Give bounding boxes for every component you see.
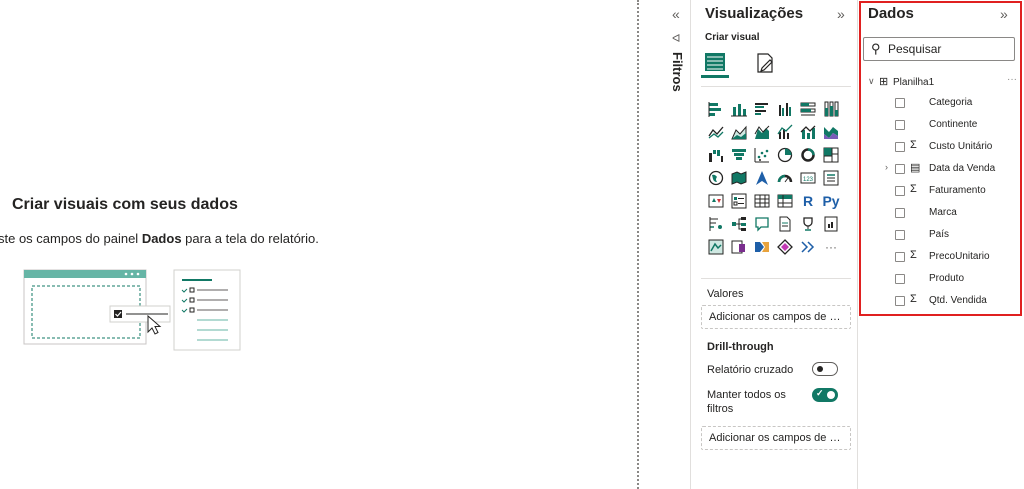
- keep-filters-label: Manter todos os filtros: [707, 389, 786, 415]
- stacked-column-chart-icon[interactable]: [728, 97, 750, 120]
- filters-label[interactable]: Filtros: [670, 52, 685, 92]
- stacked-area-chart-icon[interactable]: [751, 120, 773, 143]
- decomposition-tree-icon[interactable]: [728, 212, 750, 235]
- filled-map-icon[interactable]: [728, 166, 750, 189]
- clustered-column-chart-icon[interactable]: [774, 97, 796, 120]
- area-chart-icon[interactable]: [728, 120, 750, 143]
- cross-report-toggle[interactable]: [812, 362, 838, 376]
- kpi-icon[interactable]: [705, 189, 727, 212]
- 100-stacked-bar-chart-icon[interactable]: [797, 97, 819, 120]
- drill-through-title: Drill-through: [707, 341, 774, 353]
- smart-narrative-icon[interactable]: [774, 212, 796, 235]
- custom-visual-icon[interactable]: [774, 235, 796, 258]
- funnel-icon: ᐊ: [672, 33, 681, 45]
- format-visual-tab[interactable]: [751, 50, 779, 76]
- pie-chart-icon[interactable]: [774, 143, 796, 166]
- divider: [701, 86, 851, 87]
- waterfall-chart-icon[interactable]: [705, 143, 727, 166]
- azure-map-icon[interactable]: [751, 166, 773, 189]
- line-and-column-chart-icon[interactable]: [774, 120, 796, 143]
- line-and-stacked-column-chart-icon[interactable]: [797, 120, 819, 143]
- 100-stacked-column-chart-icon[interactable]: [820, 97, 842, 120]
- expand-filters-icon[interactable]: «: [672, 6, 680, 22]
- ribbon-chart-icon[interactable]: [820, 120, 842, 143]
- canvas-boundary: [637, 0, 639, 489]
- gauge-icon[interactable]: [774, 166, 796, 189]
- funnel-chart-icon[interactable]: [728, 143, 750, 166]
- matrix-icon[interactable]: [774, 189, 796, 212]
- key-influencers-icon[interactable]: [705, 212, 727, 235]
- card-icon[interactable]: 123: [797, 166, 819, 189]
- collapse-visualizations-icon[interactable]: »: [837, 6, 845, 22]
- metrics-icon[interactable]: [797, 212, 819, 235]
- paginated-report-icon[interactable]: [820, 212, 842, 235]
- python-visual-icon[interactable]: Py: [820, 189, 842, 212]
- visualizations-pane: Visualizações » Criar visual 123 R Py ··…: [690, 0, 858, 489]
- multi-row-card-icon[interactable]: [820, 166, 842, 189]
- visual-gallery: 123 R Py ···: [705, 97, 842, 258]
- treemap-icon[interactable]: [820, 143, 842, 166]
- build-visual-label: Criar visual: [705, 32, 760, 43]
- build-visual-icon: [705, 52, 725, 71]
- power-apps-icon[interactable]: [728, 235, 750, 258]
- ellipsis-icon[interactable]: ···: [820, 235, 842, 258]
- table-icon[interactable]: [751, 189, 773, 212]
- stacked-bar-chart-icon[interactable]: [705, 97, 727, 120]
- cross-report-label: Relatório cruzado: [707, 364, 794, 376]
- drag-fields-illustration: [23, 269, 241, 351]
- filters-pane-collapsed[interactable]: « ᐊ Filtros: [666, 0, 690, 489]
- keep-filters-toggle[interactable]: ✓: [812, 388, 838, 402]
- highlight-box: [859, 1, 1022, 316]
- empty-state-description: ste os campos do painel Dados para a tel…: [0, 231, 319, 246]
- values-well-dropzone[interactable]: Adicionar os campos de da...: [701, 305, 851, 329]
- report-canvas[interactable]: Criar visuais com seus dados ste os camp…: [0, 0, 638, 489]
- scatter-chart-icon[interactable]: [751, 143, 773, 166]
- empty-state-title: Criar visuais com seus dados: [12, 196, 238, 213]
- svg-text:123: 123: [803, 177, 814, 183]
- line-chart-icon[interactable]: [705, 120, 727, 143]
- format-brush-icon: [757, 53, 773, 73]
- slicer-icon[interactable]: [728, 189, 750, 212]
- power-automate-icon[interactable]: [751, 235, 773, 258]
- more-visuals-icon[interactable]: [797, 235, 819, 258]
- qa-icon[interactable]: [751, 212, 773, 235]
- visualizations-title: Visualizações: [705, 5, 804, 22]
- build-visual-tab[interactable]: [701, 48, 729, 78]
- clustered-bar-chart-icon[interactable]: [751, 97, 773, 120]
- values-well-label: Valores: [707, 288, 744, 300]
- map-icon[interactable]: [705, 166, 727, 189]
- arcgis-map-icon[interactable]: [705, 235, 727, 258]
- r-visual-icon[interactable]: R: [797, 189, 819, 212]
- divider: [701, 278, 851, 279]
- drill-through-dropzone[interactable]: Adicionar os campos de dr...: [701, 426, 851, 450]
- donut-chart-icon[interactable]: [797, 143, 819, 166]
